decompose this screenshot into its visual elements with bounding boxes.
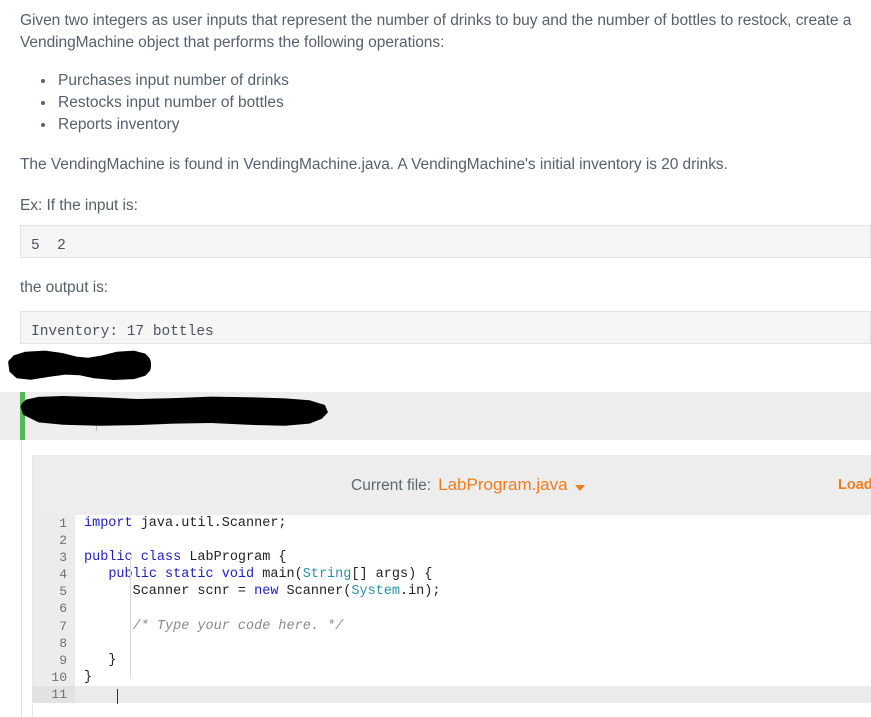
line-number: 2 <box>33 532 75 550</box>
code-line[interactable]: 10 } <box>33 668 871 686</box>
example-input-label: Ex: If the input is: <box>20 197 138 214</box>
line-content[interactable]: } <box>75 669 871 686</box>
code-line[interactable]: 3 public class LabProgram { <box>33 549 871 567</box>
line-number: 8 <box>33 634 75 652</box>
line-content[interactable] <box>75 685 871 704</box>
chevron-down-icon[interactable] <box>574 485 585 491</box>
code-line[interactable]: 9 } <box>33 651 871 669</box>
line-content[interactable]: import java.util.Scanner; <box>75 515 871 532</box>
code-line[interactable]: 5 Scanner scnr = new Scanner(System.in); <box>33 583 871 601</box>
redaction-mark-banner <box>20 396 328 426</box>
code-line[interactable]: 4 public static void main(String[] args)… <box>33 566 871 584</box>
line-content[interactable]: Scanner scnr = new Scanner(System.in); <box>75 583 871 600</box>
current-file-selector[interactable]: Current file: LabProgram.java <box>351 475 585 495</box>
list-item: Reports inventory <box>41 114 871 136</box>
line-number: 11 <box>33 685 75 704</box>
example-output-label: the output is: <box>20 279 109 296</box>
vendingmachine-note: The VendingMachine is found in VendingMa… <box>20 156 728 173</box>
current-file-label: Current file: <box>351 477 432 494</box>
code-line[interactable]: 6 <box>33 600 871 618</box>
code-line[interactable]: 2 <box>33 532 871 550</box>
list-item: Restocks input number of bottles <box>41 92 871 114</box>
code-editor-panel: Current file: LabProgram.java Load defa … <box>32 455 871 717</box>
line-number: 5 <box>33 583 75 601</box>
line-number: 6 <box>33 600 75 618</box>
code-text-area[interactable]: 1 import java.util.Scanner; 2 3 public c… <box>33 515 871 717</box>
line-content[interactable]: public class LabProgram { <box>75 549 871 566</box>
list-item: Purchases input number of drinks <box>41 70 871 92</box>
line-number: 10 <box>33 668 75 686</box>
line-content[interactable] <box>75 600 871 617</box>
editor-toolbar: Current file: LabProgram.java Load defa <box>33 455 871 515</box>
operations-list: Purchases input number of drinks Restock… <box>20 70 871 136</box>
sample-output-block: Inventory: 17 bottles <box>20 311 871 344</box>
line-content[interactable]: /* Type your code here. */ <box>75 618 871 635</box>
code-line-active[interactable]: 11 <box>33 685 871 704</box>
line-number: 7 <box>33 617 75 635</box>
code-line[interactable]: 1 import java.util.Scanner; <box>33 515 871 533</box>
sample-input-block: 5 2 <box>20 225 871 258</box>
line-content[interactable]: } <box>75 652 871 669</box>
line-number: 4 <box>33 566 75 584</box>
current-file-name[interactable]: LabProgram.java <box>438 475 567 495</box>
line-number: 3 <box>33 549 75 567</box>
line-number: 9 <box>33 651 75 669</box>
code-line[interactable]: 7 /* Type your code here. */ <box>33 617 871 635</box>
code-line[interactable]: 8 <box>33 634 871 652</box>
line-content[interactable] <box>75 532 871 549</box>
line-content[interactable]: public static void main(String[] args) { <box>75 566 871 583</box>
load-default-button[interactable]: Load defa <box>838 477 871 493</box>
redaction-mark-heading <box>8 350 151 380</box>
description-intro: Given two integers as user inputs that r… <box>20 12 852 51</box>
line-number: 1 <box>33 515 75 533</box>
line-content[interactable] <box>75 635 871 652</box>
banner-accent-bar <box>20 392 25 440</box>
text-cursor <box>117 689 118 704</box>
